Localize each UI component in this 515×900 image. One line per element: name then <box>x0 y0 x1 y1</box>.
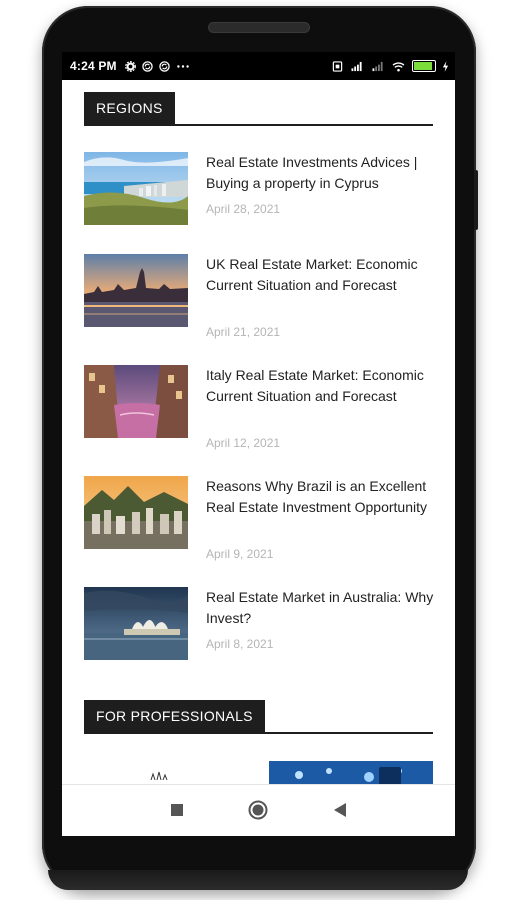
signal-weak-icon <box>372 61 383 71</box>
phone-side-button <box>474 170 478 230</box>
post-item[interactable]: UK Real Estate Market: Economic Current … <box>84 254 434 339</box>
sync-icon <box>159 60 170 72</box>
settings-icon <box>124 60 136 72</box>
post-title[interactable]: UK Real Estate Market: Economic Current … <box>206 254 434 296</box>
london-skyline-image[interactable] <box>84 254 188 327</box>
professional-logo-image[interactable] <box>148 770 174 780</box>
phone-bottom-edge <box>48 870 468 890</box>
status-right-icons <box>332 60 449 72</box>
sync-icon <box>142 60 153 72</box>
section-header-regions: REGIONS <box>84 92 433 126</box>
rio-city-image[interactable] <box>84 476 188 549</box>
post-date: April 8, 2021 <box>206 637 274 651</box>
post-date: April 28, 2021 <box>206 202 281 216</box>
status-left-icons <box>124 60 190 72</box>
section-title-regions[interactable]: REGIONS <box>84 92 175 124</box>
post-item[interactable]: Real Estate Market in Australia: Why Inv… <box>84 587 433 667</box>
sydney-opera-house-image[interactable] <box>84 587 188 660</box>
battery-icon <box>412 60 436 72</box>
post-title[interactable]: Reasons Why Brazil is an Excellent Real … <box>206 476 434 518</box>
section-header-professionals: FOR PROFESSIONALS <box>84 700 433 734</box>
scroll-content[interactable]: REGIONS Real Estate Investments Advices … <box>62 80 455 784</box>
recents-square-icon[interactable] <box>166 799 188 821</box>
post-title[interactable]: Italy Real Estate Market: Economic Curre… <box>206 365 434 407</box>
venice-canal-image[interactable] <box>84 365 188 438</box>
battery-level-fill <box>414 62 432 70</box>
more-dots-icon <box>176 64 189 68</box>
post-date: April 12, 2021 <box>206 436 281 450</box>
phone-speaker <box>208 22 310 33</box>
post-item[interactable]: Italy Real Estate Market: Economic Curre… <box>84 365 434 450</box>
post-item[interactable]: Reasons Why Brazil is an Excellent Real … <box>84 476 434 561</box>
post-item[interactable]: Real Estate Investments Advices | Buying… <box>84 152 433 232</box>
phone-screen: 4:24 PM REGIONS Real Estate Investments … <box>62 52 455 836</box>
status-bar: 4:24 PM <box>62 52 455 80</box>
charging-icon <box>442 60 449 72</box>
professional-tech-image[interactable] <box>269 761 433 784</box>
post-title[interactable]: Real Estate Market in Australia: Why Inv… <box>206 587 434 629</box>
signal-icon <box>351 61 362 71</box>
post-date: April 9, 2021 <box>206 547 274 561</box>
professional-cards <box>62 755 455 784</box>
home-circle-icon[interactable] <box>247 799 269 821</box>
navigation-bar <box>62 784 455 836</box>
wifi-icon <box>392 61 405 71</box>
back-triangle-icon[interactable] <box>329 799 351 821</box>
cyprus-coast-image[interactable] <box>84 152 188 225</box>
sim-icon <box>332 60 343 72</box>
status-time: 4:24 PM <box>70 59 117 73</box>
post-date: April 21, 2021 <box>206 325 281 339</box>
post-title[interactable]: Real Estate Investments Advices | Buying… <box>206 152 434 194</box>
section-title-professionals[interactable]: FOR PROFESSIONALS <box>84 700 265 732</box>
